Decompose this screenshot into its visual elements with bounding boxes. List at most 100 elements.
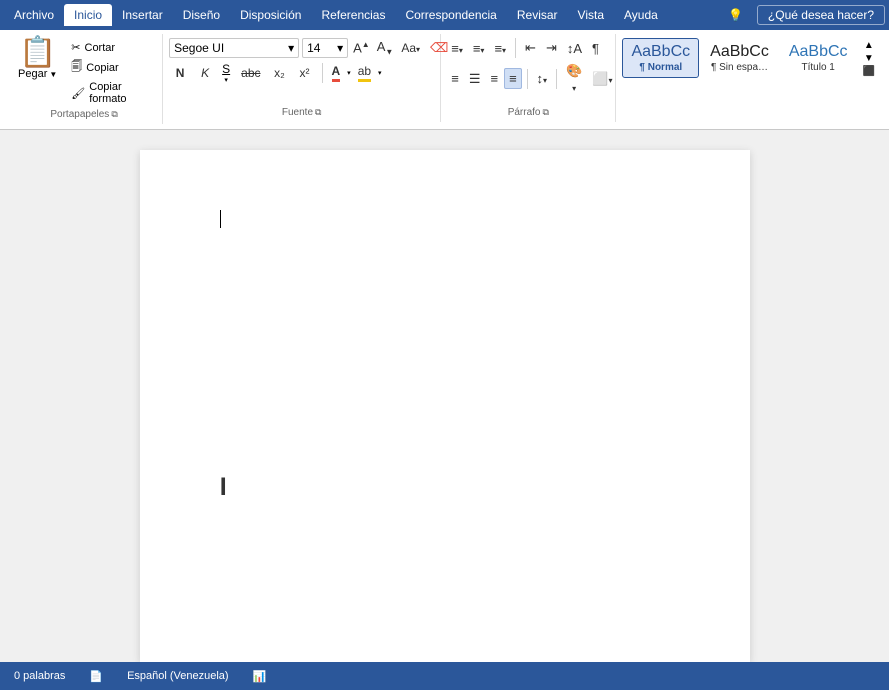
style-normal[interactable]: AaBbCc ¶ Normal: [622, 38, 699, 78]
copy-button[interactable]: 🗐 Copiar: [67, 57, 156, 78]
menu-correspondencia[interactable]: Correspondencia: [395, 4, 506, 26]
menu-inicio[interactable]: Inicio: [64, 4, 112, 26]
paragraph-group-content: ≡▾ ≡▾ ≡▾ ⇤ ⇥ ↕A ¶ ≡ ☰ ≡ ≡ ↕▾ 🎨▾ ⬜▾: [447, 36, 616, 96]
layout-icon[interactable]: 📊: [249, 668, 271, 685]
align-right-button[interactable]: ≡: [486, 69, 502, 88]
para-row1: ≡▾ ≡▾ ≡▾ ⇤ ⇥ ↕A ¶: [447, 38, 616, 58]
separator1: [322, 63, 323, 83]
font-color-button[interactable]: A: [329, 63, 344, 83]
ribbon: 📋 Pegar ▼ ✂ Cortar 🗐 Copiar 🖌 Copiar for: [0, 30, 889, 130]
word-count[interactable]: 0 palabras: [10, 668, 69, 684]
decrease-indent-button[interactable]: ⇤: [521, 38, 540, 58]
cursor-pointer: 𝐈: [220, 475, 227, 502]
clipboard-group: 📋 Pegar ▼ ✂ Cortar 🗐 Copiar 🖌 Copiar for: [12, 36, 156, 106]
increase-indent-button[interactable]: ⇥: [542, 38, 561, 58]
text-cursor: [220, 210, 221, 228]
separator3: [527, 69, 528, 89]
borders-button[interactable]: ⬜▾: [588, 69, 616, 89]
font-grow-button[interactable]: A▲: [351, 40, 372, 55]
styles-down-icon: ▼: [864, 53, 874, 64]
ribbon-group-clipboard: 📋 Pegar ▼ ✂ Cortar 🗐 Copiar 🖌 Copiar for: [6, 34, 163, 124]
menu-vista[interactable]: Vista: [568, 4, 614, 26]
shading-button[interactable]: 🎨▾: [562, 61, 587, 96]
size-dropdown-icon: ▾: [337, 41, 343, 55]
proofing-icon[interactable]: 📄: [85, 668, 107, 685]
portapapeles-expand-icon[interactable]: ⧉: [111, 109, 117, 120]
search-box[interactable]: ¿Qué desea hacer?: [757, 5, 885, 25]
justify-button[interactable]: ≡: [504, 68, 522, 89]
separator4: [556, 69, 557, 89]
font-row1: Segoe UI ▾ 14 ▾ A▲ A▼ Aa▾ ⌫: [169, 38, 452, 58]
superscript-button[interactable]: x²: [294, 64, 316, 82]
ribbon-group-font: Segoe UI ▾ 14 ▾ A▲ A▼ Aa▾ ⌫ N K S ▾: [163, 34, 441, 122]
clipboard-sub-actions: ✂ Cortar 🗐 Copiar 🖌 Copiar formato: [67, 36, 156, 106]
cut-button[interactable]: ✂ Cortar: [67, 40, 156, 55]
menu-bar: Archivo Inicio Insertar Diseño Disposici…: [0, 0, 889, 30]
subscript-button[interactable]: x₂: [269, 64, 291, 82]
underline-dropdown-icon[interactable]: ▾: [224, 76, 228, 84]
style-sin-espacio[interactable]: AaBbCc ¶ Sin espa…: [701, 38, 778, 78]
lightbulb-icon: 💡: [720, 5, 751, 25]
parrafo-label: Párrafo ⧉: [441, 107, 615, 118]
separator2: [515, 38, 516, 58]
highlight-color-button[interactable]: ab: [355, 63, 374, 83]
fuente-label: Fuente ⧉: [163, 107, 440, 118]
copy-icon: 🗐: [71, 58, 82, 77]
font-color-label: A: [332, 64, 341, 78]
font-dropdown-icon: ▾: [288, 41, 294, 55]
language[interactable]: Español (Venezuela): [123, 668, 233, 684]
change-case-button[interactable]: Aa▾: [398, 40, 423, 56]
menu-revisar[interactable]: Revisar: [507, 4, 568, 26]
strikethrough-button[interactable]: abc: [236, 64, 265, 82]
fuente-expand-icon[interactable]: ⧉: [315, 107, 321, 118]
menu-archivo[interactable]: Archivo: [4, 4, 64, 26]
copy-format-icon: 🖌: [71, 87, 85, 100]
document-area[interactable]: 𝐈: [0, 130, 889, 662]
paste-label: Pegar: [18, 68, 47, 80]
highlight-dropdown-icon[interactable]: ▾: [377, 69, 383, 77]
highlight-label: ab: [358, 64, 371, 78]
style-titulo1[interactable]: AaBbCc Título 1: [780, 38, 857, 78]
menu-referencias[interactable]: Referencias: [311, 4, 395, 26]
menu-diseno[interactable]: Diseño: [173, 4, 230, 26]
font-color-indicator: [332, 79, 341, 82]
italic-button[interactable]: K: [194, 64, 216, 82]
paste-dropdown-icon[interactable]: ▼: [49, 70, 57, 79]
status-bar: 0 palabras 📄 Español (Venezuela) 📊: [0, 662, 889, 690]
bold-button[interactable]: N: [169, 64, 191, 82]
styles-expand-icon[interactable]: ⬛: [863, 66, 875, 77]
paste-button[interactable]: 📋 Pegar ▼: [12, 36, 63, 82]
font-row2: N K S ▾ abc x₂ x² A ▾ ab ▾: [169, 61, 452, 85]
styles-up-icon: ▲: [864, 40, 874, 51]
paste-icon: 📋: [19, 38, 56, 68]
document-page[interactable]: 𝐈: [140, 150, 750, 662]
align-left-button[interactable]: ≡: [447, 69, 463, 88]
portapapeles-label: Portapapeles ⧉: [6, 109, 162, 120]
line-spacing-button[interactable]: ↕▾: [532, 69, 551, 88]
menu-right-area: 💡 ¿Qué desea hacer?: [720, 5, 885, 25]
menu-disposicion[interactable]: Disposición: [230, 4, 311, 26]
copy-format-button[interactable]: 🖌 Copiar formato: [67, 80, 156, 106]
ribbon-group-paragraph: ≡▾ ≡▾ ≡▾ ⇤ ⇥ ↕A ¶ ≡ ☰ ≡ ≡ ↕▾ 🎨▾ ⬜▾: [441, 34, 616, 122]
cut-icon: ✂: [71, 41, 80, 54]
sort-button[interactable]: ↕A: [563, 39, 586, 58]
font-size-selector[interactable]: 14 ▾: [302, 38, 348, 58]
font-group-content: Segoe UI ▾ 14 ▾ A▲ A▼ Aa▾ ⌫ N K S ▾: [169, 36, 452, 85]
menu-insertar[interactable]: Insertar: [112, 4, 173, 26]
styles-scroll-up[interactable]: ▲ ▼ ⬛: [859, 38, 877, 79]
underline-button[interactable]: S ▾: [219, 61, 233, 85]
show-marks-button[interactable]: ¶: [588, 39, 603, 58]
ribbon-group-styles: AaBbCc ¶ Normal AaBbCc ¶ Sin espa… AaBbC…: [616, 34, 883, 122]
numbering-button[interactable]: ≡▾: [469, 39, 489, 58]
font-color-dropdown-icon[interactable]: ▾: [346, 69, 352, 77]
multilevel-button[interactable]: ≡▾: [490, 39, 510, 58]
styles-group: AaBbCc ¶ Normal AaBbCc ¶ Sin espa… AaBbC…: [622, 36, 877, 79]
bullets-button[interactable]: ≡▾: [447, 39, 467, 58]
parrafo-expand-icon[interactable]: ⧉: [543, 107, 549, 118]
font-shrink-button[interactable]: A▼: [375, 39, 396, 57]
highlight-color-indicator: [358, 79, 371, 82]
menu-ayuda[interactable]: Ayuda: [614, 4, 668, 26]
font-name-selector[interactable]: Segoe UI ▾: [169, 38, 299, 58]
para-row2: ≡ ☰ ≡ ≡ ↕▾ 🎨▾ ⬜▾: [447, 61, 616, 96]
align-center-button[interactable]: ☰: [465, 69, 485, 89]
